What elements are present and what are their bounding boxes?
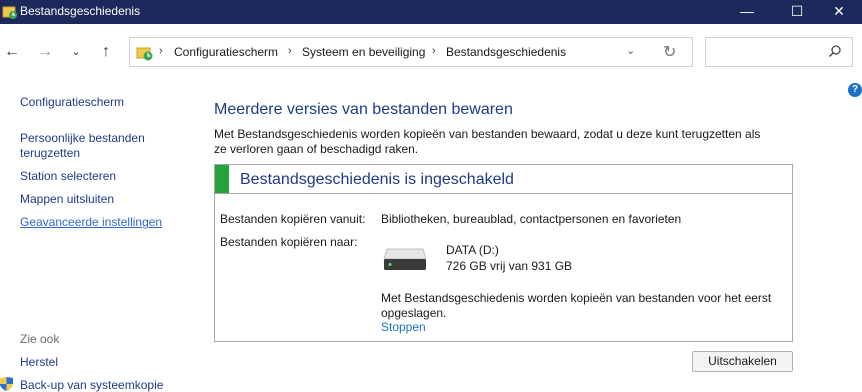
close-icon[interactable]: ✕ [816,0,862,24]
sidebar-item-terugzetten[interactable]: terugzetten [20,146,80,160]
backup-note: Met Bestandsgeschiedenis worden kopieën … [381,291,772,320]
arrow-left-icon[interactable]: ← [0,40,24,64]
drive-icon [383,248,427,270]
file-history-icon [136,47,153,61]
search-icon[interactable] [828,44,842,58]
drive-space: 726 GB vrij van 931 GB [446,259,573,273]
breadcrumb-systeem-en-beveiliging[interactable]: Systeem en beveiliging [302,45,425,59]
breadcrumb-separator-icon: › [159,45,163,57]
help-icon[interactable]: ? [848,83,862,97]
search-input[interactable] [705,37,853,67]
address-bar[interactable]: › Configuratiescherm › Systeem en beveil… [129,37,693,67]
arrow-up-icon[interactable]: ↑ [94,40,118,64]
refresh-icon[interactable]: ↻ [663,42,676,62]
chevron-down-icon[interactable]: ⌄ [626,44,635,57]
minimize-icon[interactable]: — [724,0,770,24]
copy-from-label: Bestanden kopiëren vanuit: [220,212,366,226]
status-panel: Bestandsgeschiedenis is ingeschakeld Bes… [214,164,793,342]
file-history-icon [2,6,17,19]
sidebar-item-back-up-systeemkopie[interactable]: Back-up van systeemkopie [20,378,163,392]
page-title: Meerdere versies van bestanden bewaren [214,101,513,118]
status-title: Bestandsgeschiedenis is ingeschakeld [240,171,514,188]
breadcrumb-separator-icon: › [432,45,436,57]
sidebar-item-mappen-uitsluiten[interactable]: Mappen uitsluiten [20,192,114,206]
sidebar-item-herstel[interactable]: Herstel [20,355,58,369]
drive-name: DATA (D:) [446,243,499,257]
maximize-icon[interactable]: ☐ [774,0,820,24]
sidebar-item-geavanceerde-instellingen[interactable]: Geavanceerde instellingen [20,215,162,229]
window-title: Bestandsgeschiedenis [20,4,141,18]
status-indicator [215,165,229,193]
sidebar-item-station-selecteren[interactable]: Station selecteren [20,169,116,183]
copy-to-label: Bestanden kopiëren naar: [220,235,358,249]
see-also-heading: Zie ook [20,332,60,346]
copy-from-value: Bibliotheken, bureaublad, contactpersone… [381,212,682,226]
title-bar: Bestandsgeschiedenis — ☐ ✕ [0,0,862,24]
divider [215,193,792,194]
turn-off-button[interactable]: Uitschakelen [692,351,793,372]
page-description: Met Bestandsgeschiedenis worden kopieën … [214,127,761,156]
breadcrumb-separator-icon: › [288,45,292,57]
breadcrumb-bestandsgeschiedenis[interactable]: Bestandsgeschiedenis [446,45,566,59]
sidebar-item-persoonlijke-bestanden[interactable]: Persoonlijke bestanden [20,131,145,145]
sidebar-item-configuratiescherm[interactable]: Configuratiescherm [20,95,124,109]
arrow-right-icon[interactable]: → [33,40,57,64]
shield-icon [0,377,13,391]
stop-link[interactable]: Stoppen [381,320,426,334]
navigation-bar: ← → ⌄ ↑ › Configuratiescherm › Systeem e… [0,24,862,80]
breadcrumb-configuratiescherm[interactable]: Configuratiescherm [174,45,278,59]
chevron-down-icon[interactable]: ⌄ [64,40,88,64]
